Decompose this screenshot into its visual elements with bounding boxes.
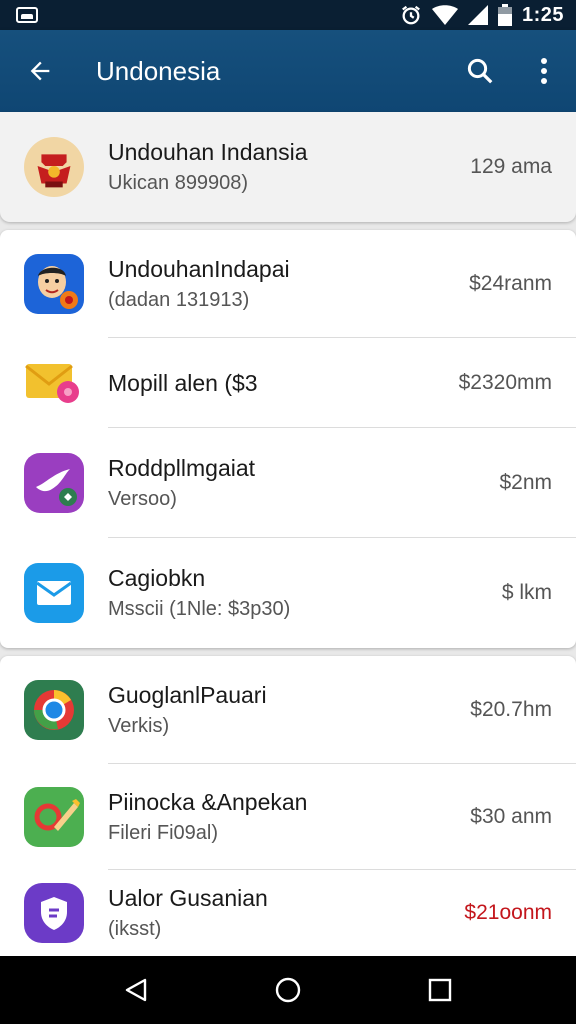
item-title: Piinocka &Anpekan (108, 789, 308, 815)
envelope-flower-icon (24, 353, 84, 413)
item-title: Cagiobkn (108, 565, 206, 591)
item-price: $30 anm (470, 805, 552, 828)
item-price: $20.7hm (470, 698, 552, 721)
list-item[interactable]: Ualor Gusanian (iksst) $21oonm (0, 870, 576, 956)
status-bar: 1:25 (0, 0, 576, 30)
item-price: $2nm (499, 471, 552, 494)
item-subtitle: (iksst) (108, 918, 162, 940)
featured-item-card: Undouhan Indansia Ukican 899908) 129 ama (0, 112, 576, 222)
cartoon-face-icon (24, 254, 84, 314)
alarm-icon (402, 5, 420, 25)
search-button[interactable] (448, 30, 512, 112)
app-list-group-1: UndouhanIndapai (dadan 131913) $24ranm M… (0, 230, 576, 648)
notification-icon (16, 7, 38, 23)
list-item[interactable]: Mopill alen ($3 $2320mm (0, 338, 576, 428)
list-item[interactable]: UndouhanIndapai (dadan 131913) $24ranm (0, 230, 576, 338)
item-subtitle: Verkis) (108, 715, 170, 737)
nav-back-button[interactable] (106, 960, 166, 1020)
item-title: Mopill alen ($3 (108, 369, 258, 396)
list-item[interactable]: Undouhan Indansia Ukican 899908) 129 ama (0, 112, 576, 222)
battery-icon (497, 4, 512, 26)
back-button[interactable] (0, 30, 80, 112)
search-icon (467, 58, 493, 84)
item-price: $2320mm (458, 371, 552, 394)
back-triangle-icon (125, 978, 147, 1002)
overflow-menu-button[interactable] (512, 30, 576, 112)
item-price: 129 ama (470, 155, 552, 178)
status-time: 1:25 (521, 3, 564, 26)
list-item[interactable]: GuoglanlPauari Verkis) $20.7hm (0, 656, 576, 764)
item-title: GuoglanlPauari (108, 682, 267, 708)
list-item[interactable]: Roddpllmgaiat Versoo) $2nm (0, 428, 576, 538)
navigation-bar (0, 956, 576, 1024)
item-price: $24ranm (469, 272, 552, 295)
search-pen-icon (24, 787, 84, 847)
nav-recents-button[interactable] (410, 960, 470, 1020)
item-subtitle: Versoo) (108, 488, 177, 510)
signal-icon (467, 5, 488, 25)
item-subtitle: Fileri Fi09al) (108, 822, 219, 844)
item-subtitle: (dadan 131913) (108, 289, 250, 311)
overflow-menu-icon (541, 58, 547, 84)
list-item[interactable]: Cagiobkn Msscii (1Nle: $3p30) $ lkm (0, 538, 576, 648)
list-item[interactable]: Piinocka &Anpekan Fileri Fi09al) $30 anm (0, 764, 576, 870)
garuda-emblem-icon (24, 137, 84, 197)
recents-square-icon (428, 978, 452, 1002)
item-title: UndouhanIndapai (108, 256, 290, 282)
page-title: Undonesia (96, 55, 221, 86)
item-title: Ualor Gusanian (108, 885, 268, 911)
browser-globe-icon (24, 680, 84, 740)
item-title: Undouhan Indansia (108, 139, 308, 165)
nav-home-button[interactable] (258, 960, 318, 1020)
item-subtitle: Ukican 899908) (108, 172, 249, 194)
wifi-icon (431, 5, 458, 25)
item-subtitle: Msscii (1Nle: $3p30) (108, 598, 291, 620)
item-price: $21oonm (464, 901, 552, 924)
blue-mail-icon (24, 563, 84, 623)
app-list-group-2: GuoglanlPauari Verkis) $20.7hm Piinocka … (0, 656, 576, 956)
back-arrow-icon (30, 61, 50, 81)
purple-shield-icon (24, 883, 84, 943)
purple-bird-icon (24, 453, 84, 513)
app-bar: Undonesia (0, 30, 576, 112)
item-title: Roddpllmgaiat (108, 455, 256, 481)
item-price: $ lkm (501, 581, 552, 604)
home-circle-icon (275, 977, 301, 1003)
